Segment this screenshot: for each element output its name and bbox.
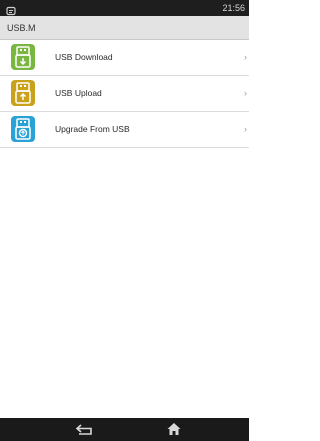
notification-icon: [6, 3, 17, 16]
menu-item-usb-upload[interactable]: USB Upload ›: [0, 76, 249, 112]
chevron-right-icon: ›: [244, 52, 247, 62]
navigation-bar: [0, 418, 249, 441]
title-bar: USB.M: [0, 16, 249, 40]
menu-item-label: USB Download: [55, 52, 113, 62]
home-icon[interactable]: [166, 421, 182, 437]
menu-item-label: Upgrade From USB: [55, 124, 130, 134]
screen: 21:56 USB.M USB Download › USB Upload › …: [0, 0, 249, 441]
page-title: USB.M: [7, 23, 36, 33]
chevron-right-icon: ›: [244, 88, 247, 98]
menu-list: USB Download › USB Upload › Upgrade From…: [0, 40, 249, 148]
usb-upload-icon: [11, 80, 35, 106]
menu-item-usb-download[interactable]: USB Download ›: [0, 40, 249, 76]
menu-item-label: USB Upload: [55, 88, 102, 98]
menu-item-upgrade-from-usb[interactable]: Upgrade From USB ›: [0, 112, 249, 148]
chevron-right-icon: ›: [244, 124, 247, 134]
status-time: 21:56: [222, 3, 245, 13]
usb-download-icon: [11, 44, 35, 70]
back-icon[interactable]: [74, 423, 94, 437]
status-bar: 21:56: [0, 0, 249, 16]
usb-upgrade-icon: [11, 116, 35, 142]
